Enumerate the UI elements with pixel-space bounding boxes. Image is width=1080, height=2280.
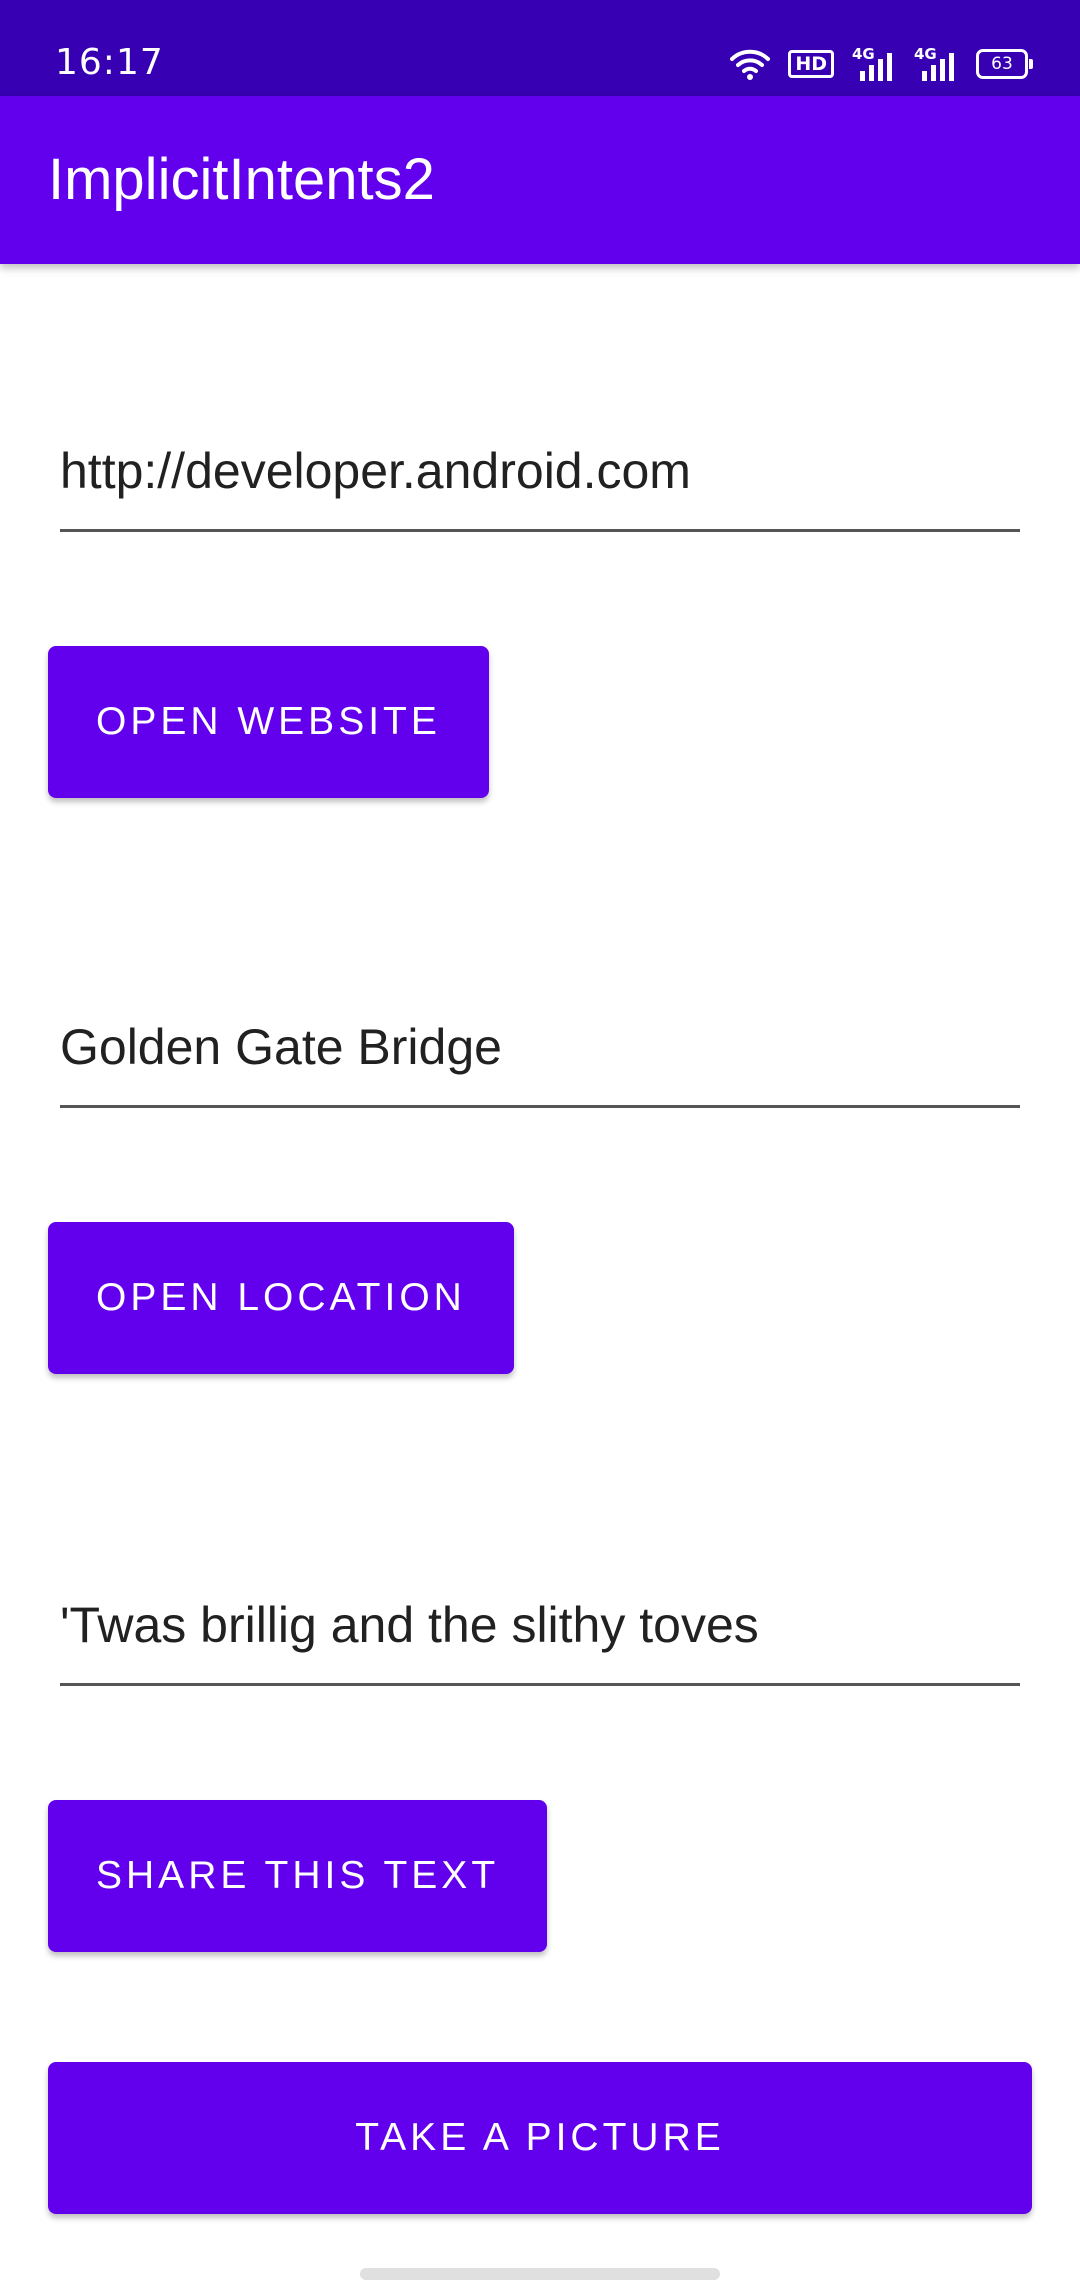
app-bar: ImplicitIntents2: [0, 96, 1080, 264]
status-icons: HD 4G 4G 63: [730, 44, 1033, 84]
app-title: ImplicitIntents2: [48, 147, 435, 212]
status-bar: 16:17 HD 4G 4G 63: [0, 0, 1080, 96]
open-website-button[interactable]: Open Website: [48, 646, 489, 798]
app-screen: 16:17 HD 4G 4G 63 ImplicitIntents2 http:…: [0, 0, 1080, 2280]
signal-icon: 4G: [914, 45, 958, 81]
website-url-input[interactable]: http://developer.android.com: [60, 412, 1020, 532]
battery-icon: 63: [976, 49, 1033, 79]
open-location-button[interactable]: Open Location: [48, 1222, 514, 1374]
share-text-button[interactable]: Share This Text: [48, 1800, 548, 1952]
signal-icon: 4G: [852, 45, 896, 81]
navigation-handle[interactable]: [360, 2268, 720, 2280]
share-text-input[interactable]: 'Twas brillig and the slithy toves: [60, 1566, 1020, 1686]
take-picture-button[interactable]: Take a Picture: [48, 2062, 1032, 2214]
location-input[interactable]: Golden Gate Bridge: [60, 988, 1020, 1108]
wifi-icon: [730, 48, 771, 80]
hd-icon: HD: [788, 50, 834, 78]
status-time: 16:17: [55, 42, 164, 83]
